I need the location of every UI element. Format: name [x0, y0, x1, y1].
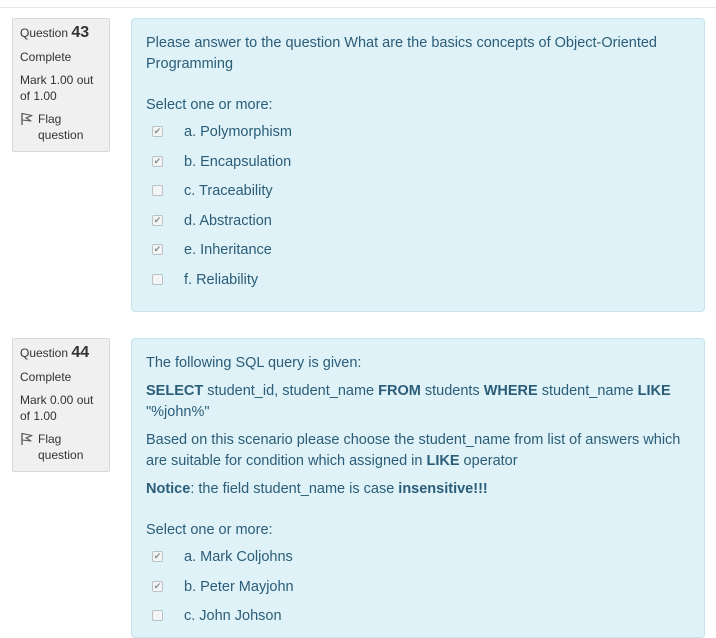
- question-number: Question 43: [20, 24, 90, 41]
- answer-option[interactable]: ✔ a. Polymorphism: [146, 118, 690, 148]
- answer-option[interactable]: ✔ e. Inheritance: [146, 236, 690, 266]
- flag-question-button[interactable]: Flag question: [20, 111, 102, 143]
- flag-icon: [21, 432, 33, 445]
- checkbox-unchecked[interactable]: [152, 185, 163, 197]
- question-info-44: Question 44 Complete Mark 0.00 out of 1.…: [12, 338, 110, 472]
- notice-text: Notice: the field student_name is case i…: [146, 481, 488, 497]
- checkbox-checked[interactable]: ✔: [152, 214, 163, 226]
- question-info-43: Question 43 Complete Mark 1.00 out of 1.…: [12, 18, 110, 152]
- question-text: Please answer to the question What are t…: [146, 35, 657, 72]
- question-grade: Mark 1.00 out of 1.00: [20, 73, 94, 103]
- top-divider: [0, 7, 716, 8]
- sql-query: SELECT student_id, student_name FROM stu…: [146, 383, 671, 420]
- checkbox-unchecked[interactable]: [152, 273, 163, 285]
- flag-question-button[interactable]: Flag question: [20, 431, 102, 463]
- answer-prompt: Select one or more:: [146, 522, 273, 538]
- question-intro: The following SQL query is given:: [146, 355, 362, 371]
- question-grade: Mark 0.00 out of 1.00: [20, 393, 94, 423]
- answer-prompt: Select one or more:: [146, 97, 273, 113]
- question-content-44: The following SQL query is given: SELECT…: [131, 338, 705, 638]
- checkbox-checked[interactable]: ✔: [152, 244, 163, 256]
- question-state: Complete: [20, 50, 72, 64]
- checkbox-checked[interactable]: ✔: [152, 155, 163, 167]
- answer-option[interactable]: ✔ a. Mark Coljohns: [146, 543, 690, 573]
- answer-list: ✔ a. Polymorphism ✔ b. Encapsulation c. …: [146, 118, 690, 295]
- flag-icon: [21, 112, 33, 125]
- question-number: Question 44: [20, 344, 90, 361]
- answer-option[interactable]: c. John Johson: [146, 602, 690, 632]
- scenario-text: Based on this scenario please choose the…: [146, 432, 681, 469]
- answer-list: ✔ a. Mark Coljohns ✔ b. Peter Mayjohn c.…: [146, 543, 690, 632]
- question-content-43: Please answer to the question What are t…: [131, 18, 705, 312]
- checkbox-checked[interactable]: ✔: [152, 126, 163, 138]
- question-state: Complete: [20, 370, 72, 384]
- answer-option[interactable]: ✔ d. Abstraction: [146, 207, 690, 237]
- checkbox-checked[interactable]: ✔: [152, 551, 163, 563]
- answer-option[interactable]: ✔ b. Peter Mayjohn: [146, 573, 690, 603]
- answer-option[interactable]: f. Reliability: [146, 266, 690, 296]
- answer-option[interactable]: c. Traceability: [146, 177, 690, 207]
- answer-option[interactable]: ✔ b. Encapsulation: [146, 148, 690, 178]
- checkbox-checked[interactable]: ✔: [152, 580, 163, 592]
